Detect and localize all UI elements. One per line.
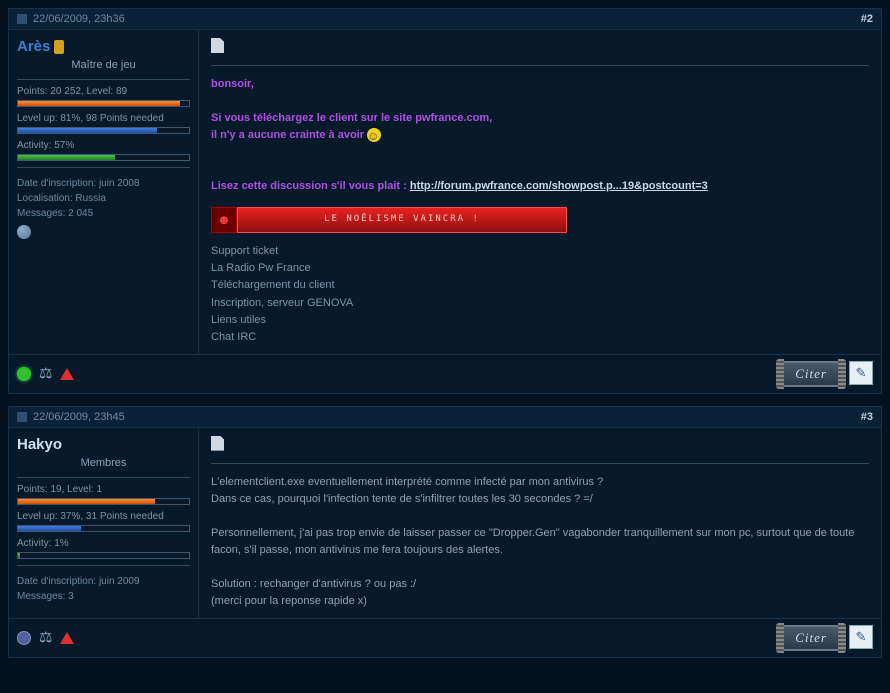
signature-links: Support ticket La Radio Pw France Téléch… [211, 243, 869, 345]
activity-bar-fill [18, 553, 20, 558]
footer-icons: ⚖ [17, 367, 74, 381]
username: Arès [17, 38, 190, 55]
username: Hakyo [17, 436, 190, 453]
content-header [211, 38, 869, 66]
greeting: bonsoir, [211, 78, 254, 90]
sig-link[interactable]: Inscription, serveur GENOVA [211, 295, 869, 312]
body-line1: Si vous téléchargez le client sur le sit… [211, 112, 492, 124]
old-post-icon [17, 14, 27, 24]
report-icon[interactable] [60, 368, 74, 380]
body-p2: Dans ce cas, pourquoi l'infection tente … [211, 491, 869, 508]
body-p1: L'elementclient.exe eventuellement inter… [211, 474, 869, 491]
quote-button[interactable]: Citer [779, 361, 843, 387]
activity-bar [17, 154, 190, 161]
message-count: Messages: 2 045 [17, 206, 190, 221]
post-header: 22/06/2009, 23h36 #2 [9, 9, 881, 30]
divider [17, 79, 190, 80]
body-p5: (merci pour la reponse rapide x) [211, 593, 869, 610]
smile-icon [367, 128, 381, 142]
footer-actions: Citer ✎ [779, 361, 873, 387]
user-location: Localisation: Russia [17, 191, 190, 206]
post-content: bonsoir, Si vous téléchargez le client s… [199, 30, 881, 354]
read-prefix: Lisez cette discussion s'il vous plait : [211, 180, 410, 192]
old-post-icon [17, 412, 27, 422]
post-number: #2 [861, 13, 873, 25]
sig-link[interactable]: Téléchargement du client [211, 277, 869, 294]
join-date: Date d'inscription: juin 2008 [17, 176, 190, 191]
online-status-icon [17, 367, 31, 381]
points-label: Points: 20 252, Level: 89 [17, 86, 190, 97]
post: 22/06/2009, 23h36 #2 Arès Maître de jeu … [8, 8, 882, 394]
sig-link[interactable]: La Radio Pw France [211, 260, 869, 277]
user-title: Membres [17, 457, 190, 469]
join-date: Date d'inscription: juin 2009 [17, 574, 190, 589]
document-icon [211, 38, 224, 53]
content-header [211, 436, 869, 464]
body-p3: Personnellement, j'ai pas trop envie de … [211, 525, 869, 559]
banner-text: le noëlisme vaincra ! [237, 207, 567, 233]
post-permalink[interactable]: 3 [867, 411, 873, 423]
divider [17, 167, 190, 168]
medal-icon [54, 40, 64, 54]
divider [17, 477, 190, 478]
report-icon[interactable] [60, 632, 74, 644]
points-bar [17, 498, 190, 505]
footer-icons: ⚖ [17, 631, 74, 645]
footer-actions: Citer ✎ [779, 625, 873, 651]
points-label: Points: 19, Level: 1 [17, 484, 190, 495]
activity-label: Activity: 1% [17, 538, 190, 549]
reputation-icon[interactable]: ⚖ [39, 631, 52, 645]
quote-button[interactable]: Citer [779, 625, 843, 651]
activity-bar [17, 552, 190, 559]
offline-status-icon [17, 631, 31, 645]
edit-button[interactable]: ✎ [849, 361, 873, 385]
body-line2: il n'y a aucune crainte à avoir [211, 129, 367, 141]
activity-bar-fill [18, 155, 115, 160]
sig-link[interactable]: Chat IRC [211, 329, 869, 346]
post-content: L'elementclient.exe eventuellement inter… [199, 428, 881, 618]
post-permalink[interactable]: 2 [867, 13, 873, 25]
document-icon [211, 436, 224, 451]
post-footer: ⚖ Citer ✎ [9, 354, 881, 393]
message-count: Messages: 3 [17, 589, 190, 604]
points-bar-fill [18, 101, 180, 106]
discussion-link[interactable]: http://forum.pwfrance.com/showpost.p...1… [410, 180, 708, 192]
sig-link[interactable]: Liens utiles [211, 312, 869, 329]
user-details: Date d'inscription: juin 2009 Messages: … [17, 574, 190, 604]
levelup-bar [17, 525, 190, 532]
levelup-label: Level up: 81%, 98 Points needed [17, 113, 190, 124]
points-bar-fill [18, 499, 155, 504]
levelup-bar [17, 127, 190, 134]
post-footer: ⚖ Citer ✎ [9, 618, 881, 657]
user-details: Date d'inscription: juin 2008 Localisati… [17, 176, 190, 244]
sig-link[interactable]: Support ticket [211, 243, 869, 260]
user-info-panel: Arès Maître de jeu Points: 20 252, Level… [9, 30, 199, 354]
points-bar [17, 100, 190, 107]
user-title: Maître de jeu [17, 59, 190, 71]
globe-icon [17, 225, 31, 239]
user-info-panel: Hakyo Membres Points: 19, Level: 1 Level… [9, 428, 199, 618]
banner-face-icon: ☻ [211, 207, 237, 233]
post-date: 22/06/2009, 23h45 [33, 411, 861, 423]
body-p4: Solution : rechanger d'antivirus ? ou pa… [211, 576, 869, 593]
activity-label: Activity: 57% [17, 140, 190, 151]
divider [17, 565, 190, 566]
levelup-bar-fill [18, 128, 157, 133]
post-date: 22/06/2009, 23h36 [33, 13, 861, 25]
username-link[interactable]: Arès [17, 38, 50, 55]
username-link[interactable]: Hakyo [17, 436, 62, 453]
reputation-icon[interactable]: ⚖ [39, 367, 52, 381]
edit-button[interactable]: ✎ [849, 625, 873, 649]
levelup-label: Level up: 37%, 31 Points needed [17, 511, 190, 522]
signature-banner: ☻ le noëlisme vaincra ! [211, 207, 869, 233]
post-number: #3 [861, 411, 873, 423]
post-header: 22/06/2009, 23h45 #3 [9, 407, 881, 428]
post: 22/06/2009, 23h45 #3 Hakyo Membres Point… [8, 406, 882, 658]
levelup-bar-fill [18, 526, 81, 531]
